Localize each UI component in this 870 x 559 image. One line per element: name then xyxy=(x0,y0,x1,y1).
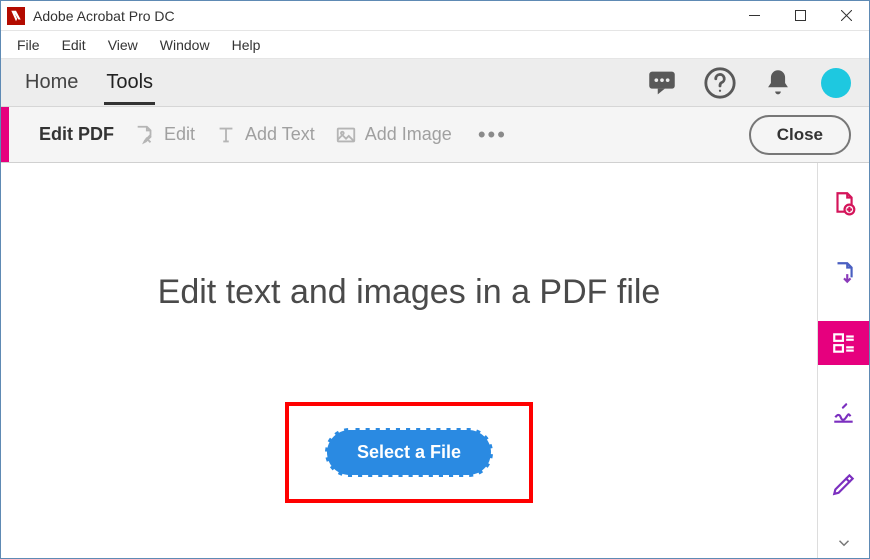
add-text-label: Add Text xyxy=(245,124,315,145)
chat-icon[interactable] xyxy=(645,66,679,100)
menu-help[interactable]: Help xyxy=(222,33,271,57)
edit-label: Edit xyxy=(164,124,195,145)
add-text-button[interactable]: Add Text xyxy=(215,124,315,146)
edit-pdf-toolbar: Edit PDF Edit Add Text Add Image ••• Clo… xyxy=(1,107,869,163)
close-button[interactable]: Close xyxy=(749,115,851,155)
rail-expand-chevron-icon[interactable] xyxy=(818,533,870,553)
tab-tools[interactable]: Tools xyxy=(104,61,155,104)
rail-edit[interactable] xyxy=(818,461,870,505)
toolbar-title: Edit PDF xyxy=(39,124,114,145)
edit-button[interactable]: Edit xyxy=(134,124,195,146)
minimize-button[interactable] xyxy=(731,1,777,31)
top-nav: Home Tools xyxy=(1,59,869,107)
menu-window[interactable]: Window xyxy=(150,33,220,57)
titlebar: Adobe Acrobat Pro DC xyxy=(1,1,869,31)
right-rail xyxy=(817,163,869,558)
menubar: File Edit View Window Help xyxy=(1,31,869,59)
toolbar-accent xyxy=(1,107,9,162)
avatar-icon xyxy=(821,68,851,98)
help-icon[interactable] xyxy=(703,66,737,100)
close-window-button[interactable] xyxy=(823,1,869,31)
tab-home[interactable]: Home xyxy=(23,61,80,104)
content: Edit text and images in a PDF file Selec… xyxy=(1,163,817,558)
main-area: Edit text and images in a PDF file Selec… xyxy=(1,163,869,558)
menu-view[interactable]: View xyxy=(98,33,148,57)
app-icon xyxy=(7,7,25,25)
more-actions-button[interactable]: ••• xyxy=(472,122,513,148)
add-image-button[interactable]: Add Image xyxy=(335,124,452,146)
maximize-button[interactable] xyxy=(777,1,823,31)
notifications-icon[interactable] xyxy=(761,66,795,100)
select-file-highlight: Select a File xyxy=(285,402,533,503)
headline: Edit text and images in a PDF file xyxy=(158,273,661,312)
rail-export-pdf[interactable] xyxy=(818,251,870,295)
rail-organize-pages[interactable] xyxy=(818,321,870,365)
menu-file[interactable]: File xyxy=(7,33,50,57)
menu-edit[interactable]: Edit xyxy=(52,33,96,57)
window-title: Adobe Acrobat Pro DC xyxy=(33,8,175,24)
account-avatar[interactable] xyxy=(819,66,853,100)
add-image-label: Add Image xyxy=(365,124,452,145)
rail-create-pdf[interactable] xyxy=(818,181,870,225)
select-file-button[interactable]: Select a File xyxy=(325,428,493,477)
rail-sign[interactable] xyxy=(818,391,870,435)
